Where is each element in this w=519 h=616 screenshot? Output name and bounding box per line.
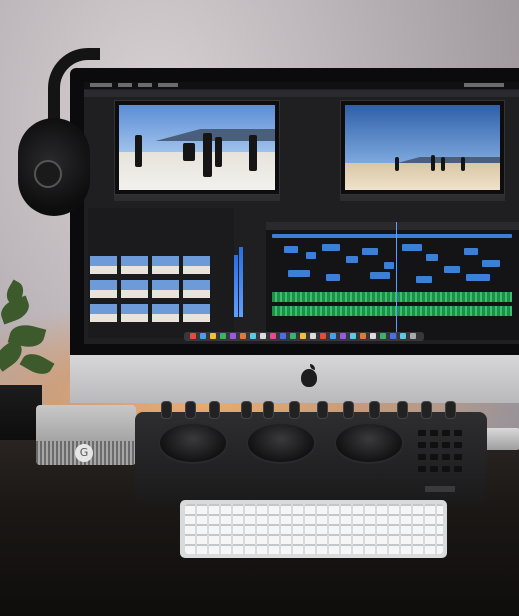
trackball-right [336,424,402,462]
program-controls [340,195,505,201]
source-controls [114,195,280,201]
drive-logo: G [75,444,93,462]
headphone-badge [34,160,62,188]
menu-bar [84,82,519,89]
dock [184,332,424,341]
timeline [266,222,519,340]
playhead [396,222,397,340]
screen [84,82,519,344]
panel-header [84,90,519,97]
keyboard-keys [185,504,443,554]
apple-logo-icon [301,364,317,387]
program-viewer [340,100,505,195]
monitor-chin [70,355,519,403]
project-bin [88,208,234,338]
source-viewer [114,100,280,195]
photo-scene: G [0,0,519,616]
panel-brand-plate [425,486,455,492]
trackball-left [160,424,226,462]
audio-meters [234,237,244,317]
trackball-center [248,424,314,462]
